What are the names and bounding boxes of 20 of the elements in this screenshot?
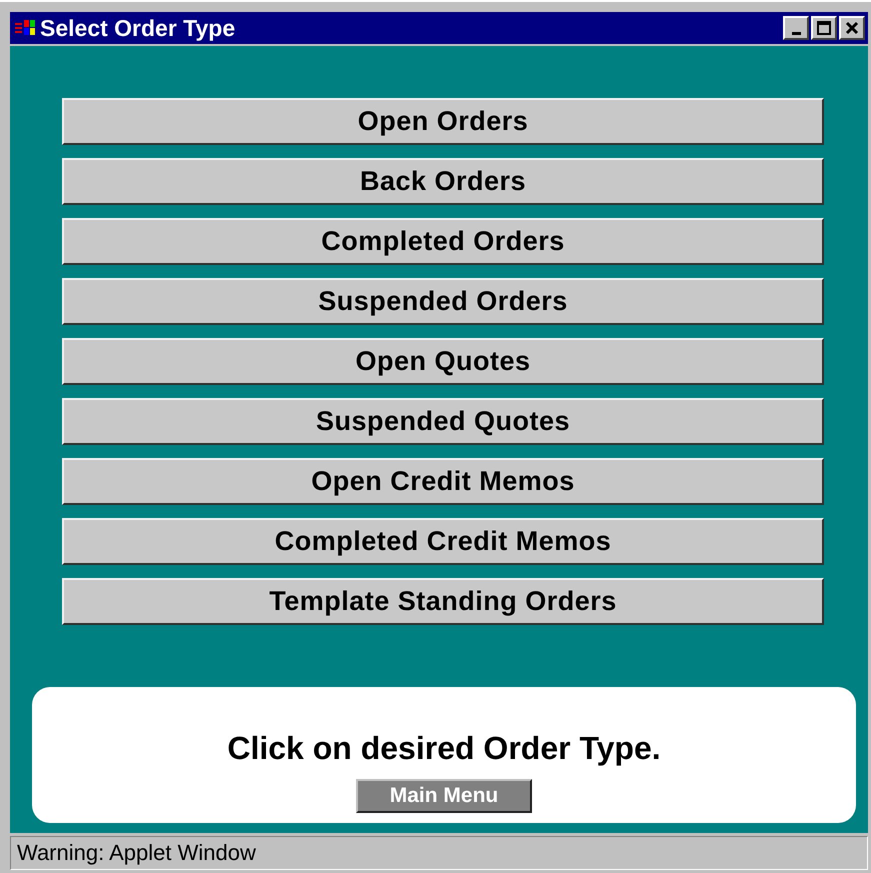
- instruction-text: Click on desired Order Type.: [227, 730, 661, 767]
- minimize-button[interactable]: [783, 16, 809, 40]
- status-text: Warning: Applet Window: [17, 840, 256, 866]
- order-type-button[interactable]: Template Standing Orders: [62, 578, 824, 625]
- order-type-button[interactable]: Suspended Orders: [62, 278, 824, 325]
- order-type-button[interactable]: Completed Credit Memos: [62, 518, 824, 565]
- maximize-icon: [817, 21, 831, 35]
- app-icon: [14, 18, 36, 38]
- order-type-button[interactable]: Open Credit Memos: [62, 458, 824, 505]
- close-button[interactable]: [839, 16, 865, 40]
- close-icon: [845, 21, 859, 35]
- maximize-button[interactable]: [811, 16, 837, 40]
- order-type-button[interactable]: Open Quotes: [62, 338, 824, 385]
- order-type-button[interactable]: Back Orders: [62, 158, 824, 205]
- order-type-button[interactable]: Suspended Quotes: [62, 398, 824, 445]
- order-type-button[interactable]: Open Orders: [62, 98, 824, 145]
- minimize-icon: [792, 32, 800, 34]
- order-type-button[interactable]: Completed Orders: [62, 218, 824, 265]
- main-menu-button[interactable]: Main Menu: [356, 779, 532, 813]
- window-title: Select Order Type: [40, 14, 236, 42]
